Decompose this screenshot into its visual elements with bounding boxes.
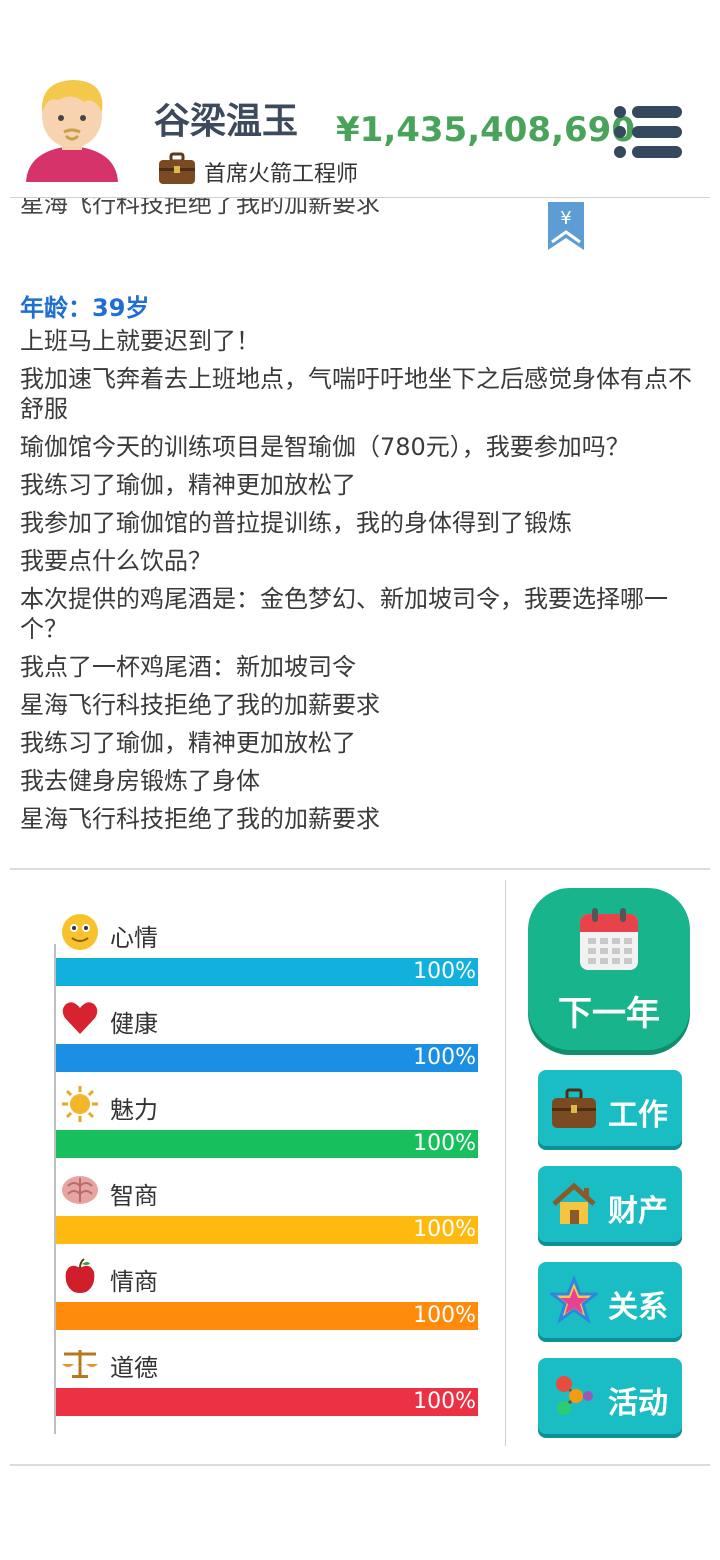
log-line: 上班马上就要迟到了！ [20, 327, 260, 355]
job-title: 首席火箭工程师 [204, 162, 359, 187]
player-name: 谷梁温玉 [154, 101, 299, 142]
stat-percent: 100% [413, 1303, 476, 1328]
log-line: 星海飞行科技拒绝了我的加薪要求 [20, 691, 380, 719]
work-button[interactable]: 工作 [538, 1070, 682, 1146]
header: 谷梁温玉 首席火箭工程师 ¥1,435,408,690 [0, 60, 720, 200]
star-icon [550, 1276, 598, 1324]
apple-icon [60, 1256, 100, 1296]
log-lines: 上班马上就要迟到了！ 我加速飞奔着去上班地点，气喘吁吁地坐下之后感觉身体有点不舒服… [20, 326, 700, 842]
stat-label: 魅力 [110, 1096, 158, 1124]
stat-bar-track: 100% [56, 958, 478, 986]
briefcase-icon [552, 1088, 596, 1128]
bottom-divider [10, 1464, 710, 1466]
relations-label: 关系 [608, 1290, 668, 1325]
avatar[interactable] [22, 72, 122, 182]
section-divider [10, 868, 710, 870]
log-line: 本次提供的鸡尾酒是：金色梦幻、新加坡司令，我要选择哪一个？ [20, 585, 668, 643]
stat-bar-track: 100% [56, 1388, 478, 1416]
next-year-button[interactable]: 下一年 [528, 888, 690, 1050]
scales-icon [60, 1342, 100, 1382]
molecule-icon [556, 1376, 593, 1415]
stat-row: 心情 100% [54, 900, 478, 986]
sun-icon [60, 1084, 100, 1124]
log-line: 我加速飞奔着去上班地点，气喘吁吁地坐下之后感觉身体有点不舒服 [20, 365, 692, 423]
log-line: 瑜伽馆今天的训练项目是智瑜伽（780元），我要参加吗？ [20, 433, 630, 461]
relations-button[interactable]: 关系 [538, 1262, 682, 1338]
log-line: 星海飞行科技拒绝了我的加薪要求 [20, 805, 380, 833]
money-bookmark-icon[interactable]: ¥ [548, 202, 584, 250]
game-screen: 谷梁温玉 首席火箭工程师 ¥1,435,408,690 星海飞行科技拒绝了我的加… [0, 0, 720, 1560]
stat-row: 智商 100% [54, 1158, 478, 1244]
log-line: 我练习了瑜伽，精神更加放松了 [20, 471, 356, 499]
stat-percent: 100% [413, 959, 476, 984]
stat-bar-track: 100% [56, 1044, 478, 1072]
calendar-icon [580, 908, 638, 970]
stat-label: 情商 [110, 1268, 158, 1296]
stat-bar-track: 100% [56, 1302, 478, 1330]
stat-percent: 100% [413, 1217, 476, 1242]
log-line-cutoff: 星海飞行科技拒绝了我的加薪要求 [20, 198, 380, 218]
stat-bar-track: 100% [56, 1216, 478, 1244]
age-label: 年龄：39岁 [20, 294, 150, 322]
smiley-icon [60, 912, 100, 952]
event-log[interactable]: 星海飞行科技拒绝了我的加薪要求 ¥ 年龄：39岁 上班马上就要迟到了！ 我加速飞奔… [0, 198, 720, 866]
stats-panel: 心情 100% 健康 100% 魅力 100% 智商 100% 情商 100% 道德 100% [54, 900, 478, 1434]
brain-icon [60, 1170, 100, 1210]
stat-row: 魅力 100% [54, 1072, 478, 1158]
stat-row: 情商 100% [54, 1244, 478, 1330]
property-button[interactable]: 财产 [538, 1166, 682, 1242]
log-line: 我练习了瑜伽，精神更加放松了 [20, 729, 356, 757]
menu-icon[interactable] [612, 104, 684, 160]
briefcase-icon [159, 152, 195, 184]
log-line: 我点了一杯鸡尾酒：新加坡司令 [20, 653, 356, 681]
stat-row: 健康 100% [54, 986, 478, 1072]
property-label: 财产 [608, 1194, 668, 1229]
stat-bar-track: 100% [56, 1130, 478, 1158]
stat-label: 道德 [110, 1354, 158, 1382]
heart-icon [60, 998, 100, 1038]
stat-row: 道德 100% [54, 1330, 478, 1416]
log-line: 我要点什么饮品？ [20, 547, 212, 575]
stat-percent: 100% [413, 1045, 476, 1070]
money-balance: ¥1,435,408,690 [336, 110, 635, 150]
stat-percent: 100% [413, 1131, 476, 1156]
house-icon [552, 1182, 596, 1224]
work-label: 工作 [608, 1098, 668, 1133]
stat-label: 健康 [110, 1010, 158, 1038]
log-line: 我去健身房锻炼了身体 [20, 767, 260, 795]
log-line: 我参加了瑜伽馆的普拉提训练，我的身体得到了锻炼 [20, 509, 572, 537]
activities-button[interactable]: 活动 [538, 1358, 682, 1434]
stat-label: 心情 [110, 924, 158, 952]
next-year-label: 下一年 [558, 994, 660, 1034]
stat-percent: 100% [413, 1389, 476, 1414]
activities-label: 活动 [608, 1386, 668, 1421]
bookmark-symbol: ¥ [560, 208, 571, 229]
stat-label: 智商 [110, 1182, 158, 1210]
panel-separator [505, 880, 506, 1446]
